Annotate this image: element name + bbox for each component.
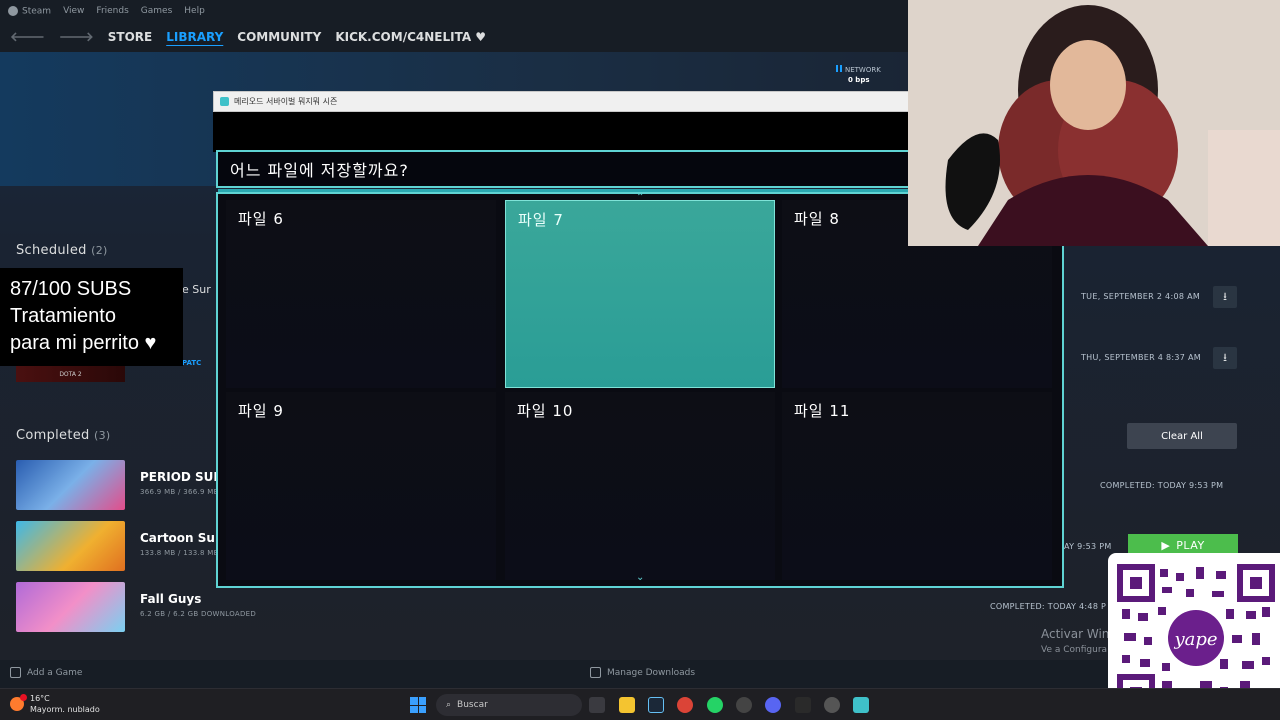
scheduled-count: (2) — [91, 244, 108, 257]
nav-store[interactable]: STORE — [108, 30, 152, 44]
steam-logo-icon — [8, 5, 18, 16]
nav-profile[interactable]: KICK.COM/C4NELITA ♥ — [335, 30, 486, 44]
scroll-down-icon[interactable]: ⌄ — [636, 572, 644, 583]
activate-windows-watermark: Activar Win Ve a Configura — [1041, 626, 1109, 658]
save-slot-label: 파일 10 — [517, 402, 574, 420]
back-arrow-icon[interactable]: 🡐 — [10, 29, 45, 45]
completed-time: COMPLETED: TODAY 9:53 PM — [1100, 481, 1224, 490]
save-prompt: 어느 파일에 저장할까요? — [216, 150, 916, 192]
weather-widget[interactable]: 16°C Mayorm. nublado — [10, 693, 100, 715]
save-slot-panel: ⌃ 파일 6 파일 7 파일 8 파일 9 파일 10 파일 11 ⌄ — [216, 192, 1064, 588]
network-label: NETWORK — [845, 66, 881, 74]
completed-game-row[interactable]: Fall Guys 6.2 GB / 6.2 GB DOWNLOADED — [16, 582, 276, 632]
download-icon[interactable]: ⭳ — [1213, 347, 1237, 369]
add-game-button[interactable]: Add a Game — [10, 667, 82, 678]
save-slot-label: 파일 6 — [238, 210, 284, 228]
completed-count: (3) — [94, 429, 111, 442]
menu-games[interactable]: Games — [141, 6, 172, 16]
clear-all-button[interactable]: Clear All — [1127, 423, 1237, 449]
game-size: 6.2 GB / 6.2 GB DOWNLOADED — [140, 610, 257, 618]
menu-steam[interactable]: Steam — [8, 5, 51, 16]
network-value: 0 bps — [848, 76, 870, 84]
windows-taskbar: 16°C Mayorm. nublado ⌕ Buscar — [0, 688, 1280, 720]
file-explorer-icon[interactable] — [619, 697, 635, 713]
weather-desc: Mayorm. nublado — [30, 705, 100, 714]
save-slot-label: 파일 11 — [794, 402, 851, 420]
plus-icon — [10, 667, 21, 678]
epic-games-icon[interactable] — [795, 697, 811, 713]
save-slot[interactable]: 파일 10 — [505, 392, 775, 580]
menu-friends[interactable]: Friends — [96, 6, 128, 16]
steam-navbar: 🡐 🡒 STORE LIBRARY COMMUNITY KICK.COM/C4N… — [0, 22, 910, 52]
game-thumbnail[interactable] — [16, 582, 125, 632]
search-icon: ⌕ — [446, 700, 452, 710]
save-slot-selected[interactable]: 파일 7 — [505, 200, 775, 388]
game-size: 366.9 MB / 366.9 MB — [140, 488, 219, 496]
game-thumbnail[interactable] — [16, 460, 125, 510]
game-taskbar-icon[interactable] — [853, 697, 869, 713]
steam-menubar: Steam View Friends Games Help — [0, 0, 910, 22]
steam-bottom-bar: Add a Game Manage Downloads — [0, 660, 1280, 688]
weather-temp: 16°C — [30, 694, 50, 703]
network-bars-icon — [836, 65, 842, 72]
menu-view[interactable]: View — [63, 6, 84, 16]
network-indicator: NETWORK 0 bps — [836, 65, 881, 85]
downloads-icon — [590, 667, 601, 678]
subs-count: 87/100 SUBS — [10, 278, 132, 300]
save-slot[interactable]: 파일 6 — [226, 200, 496, 388]
subs-goal-overlay: 87/100 SUBS Tratamiento para mi perrito … — [0, 268, 183, 366]
game-name: Fall Guys — [140, 592, 202, 606]
obs-icon[interactable] — [736, 697, 752, 713]
activate-windows-subtitle: Ve a Configura — [1041, 645, 1108, 655]
webcam-person-image — [908, 0, 1280, 246]
search-placeholder: Buscar — [457, 700, 488, 710]
windows-start-icon[interactable] — [410, 697, 426, 713]
app-icon[interactable] — [824, 697, 840, 713]
game-window-titlebar[interactable]: 메리오드 서바이벌 뭐지뭐 시즌 — [213, 91, 910, 112]
forward-arrow-icon[interactable]: 🡒 — [59, 29, 94, 45]
game-thumbnail[interactable] — [16, 521, 125, 571]
scheduled-title: Scheduled — [16, 243, 87, 258]
weather-icon — [10, 694, 27, 711]
game-size: 133.8 MB / 133.8 MB — [140, 549, 219, 557]
dota-thumbnail[interactable]: DOTA 2 — [16, 366, 125, 382]
manage-downloads-label: Manage Downloads — [607, 667, 696, 678]
subs-goal-line: para mi perrito ♥ — [10, 332, 157, 354]
discord-icon[interactable] — [765, 697, 781, 713]
save-slot-label: 파일 8 — [794, 210, 840, 228]
nav-community[interactable]: COMMUNITY — [237, 30, 321, 44]
completed-section-title: Completed (3) — [16, 428, 111, 443]
taskbar-search[interactable]: ⌕ Buscar — [436, 694, 582, 716]
steam-taskbar-icon[interactable] — [648, 697, 664, 713]
play-icon: ▶ — [1161, 538, 1171, 552]
task-view-icon[interactable] — [589, 697, 605, 713]
activate-windows-title: Activar Win — [1041, 627, 1110, 641]
nav-library[interactable]: LIBRARY — [166, 30, 223, 44]
subs-goal-line: Tratamiento — [10, 305, 116, 327]
manage-downloads-button[interactable]: Manage Downloads — [590, 667, 695, 678]
patch-badge: PATC — [182, 359, 202, 367]
play-label: PLAY — [1176, 538, 1205, 552]
menu-help[interactable]: Help — [184, 6, 205, 16]
save-slot-label: 파일 9 — [238, 402, 284, 420]
save-slot[interactable]: 파일 11 — [782, 392, 1052, 580]
game-app-icon — [220, 97, 229, 106]
scheduled-section-title: Scheduled (2) — [16, 243, 108, 258]
game-viewport-top — [213, 112, 910, 152]
save-prompt-text: 어느 파일에 저장할까요? — [230, 161, 409, 180]
game-window-title: 메리오드 서바이벌 뭐지뭐 시즌 — [234, 97, 338, 106]
save-slot[interactable]: 파일 9 — [226, 392, 496, 580]
scheduled-game-name: e Sur — [182, 283, 211, 296]
chrome-icon[interactable] — [677, 697, 693, 713]
download-icon[interactable]: ⭳ — [1213, 286, 1237, 308]
webcam-feed — [908, 0, 1280, 246]
svg-text:yape: yape — [1173, 629, 1217, 650]
add-game-label: Add a Game — [27, 667, 83, 678]
whatsapp-icon[interactable] — [707, 697, 723, 713]
completed-title: Completed — [16, 428, 90, 443]
save-slot-label: 파일 7 — [518, 211, 564, 229]
